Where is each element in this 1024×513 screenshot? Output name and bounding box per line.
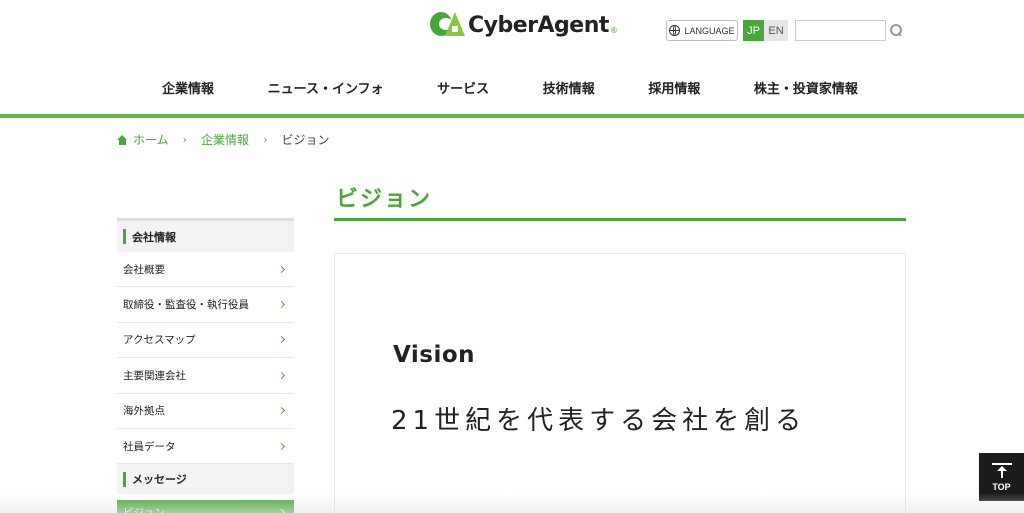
vision-panel: Vision 21世紀を代表する会社を創る [334,253,906,513]
sidebar-item-label: アクセスマップ [123,334,196,347]
sidebar-item-employee-data[interactable]: 社員データ [117,428,294,465]
home-icon [117,134,128,145]
sidebar-section-label: 会社情報 [132,230,176,244]
chevron-right-icon [277,336,286,344]
section-marker [123,229,126,244]
breadcrumb-company[interactable]: 企業情報 [201,131,249,148]
chevron-right-icon [277,407,286,415]
breadcrumb-home[interactable]: ホーム [133,131,169,148]
sidebar: 会社情報 会社概要 取締役・監査役・執行役員 アクセスマップ 主要関連会社 海外… [117,218,294,513]
chevron-right-icon [277,442,286,450]
nav-company[interactable]: 企業情報 [150,78,226,98]
sidebar-item-label: 社員データ [123,440,176,453]
sidebar-section-message: メッセージ [117,464,294,495]
nav-service[interactable]: サービス [425,78,501,98]
language-button[interactable]: LANGUAGE [666,20,738,41]
breadcrumb-separator: › [182,133,188,146]
arrow-up-icon [991,462,1012,479]
sidebar-item-label: 主要関連会社 [123,369,186,382]
chevron-right-icon [277,265,286,273]
nav-recruit[interactable]: 採用情報 [636,78,712,98]
header: CyberAgent ® LANGUAGE JP EN 企業情報 ニュース・イン… [0,0,1024,118]
globe-icon [669,25,681,36]
vision-label: Vision [393,342,476,368]
cyberagent-logo-icon [430,10,466,40]
chevron-right-icon [277,508,286,513]
breadcrumb-separator: › [263,133,268,146]
sidebar-section-label: メッセージ [132,473,187,487]
sidebar-item-overview[interactable]: 会社概要 [117,252,294,288]
sidebar-item-label: 取締役・監査役・執行役員 [123,299,249,312]
nav-news[interactable]: ニュース・インフォ [256,78,396,98]
lang-en-button[interactable]: EN [764,20,788,41]
language-label: LANGUAGE [684,25,735,36]
sidebar-item-affiliates[interactable]: 主要関連会社 [117,358,294,394]
chevron-right-icon [277,301,286,309]
vision-statement: 21世紀を代表する会社を創る [391,406,807,436]
lang-jp-button[interactable]: JP [743,20,764,41]
sidebar-section-company-info: 会社情報 [117,218,294,252]
sidebar-item-officers[interactable]: 取締役・監査役・執行役員 [117,287,294,323]
nav-ir[interactable]: 株主・投資家情報 [742,78,870,98]
breadcrumb-current: ビジョン [281,133,330,147]
breadcrumb: ホーム › 企業情報 › ビジョン [117,131,329,148]
sidebar-item-label: 会社概要 [123,263,165,276]
section-marker [123,471,126,487]
nav-tech[interactable]: 技術情報 [531,78,607,98]
sidebar-item-label: 海外拠点 [123,405,165,418]
search-icon[interactable] [890,24,902,36]
sidebar-item-label: ビジョン [123,506,165,513]
search-input[interactable] [795,20,886,41]
chevron-right-icon [277,371,286,379]
back-to-top-button[interactable]: TOP [979,453,1024,501]
global-nav: 企業情報 ニュース・インフォ サービス 技術情報 採用情報 株主・投資家情報 [140,78,880,98]
logo-text: CyberAgent [468,12,609,38]
sidebar-item-vision[interactable]: ビジョン [117,500,294,513]
registered-mark: ® [609,25,618,35]
logo[interactable]: CyberAgent ® [430,10,618,40]
page-title: ビジョン [334,181,906,221]
sidebar-item-access[interactable]: アクセスマップ [117,322,294,359]
sidebar-item-overseas[interactable]: 海外拠点 [117,393,294,429]
top-label: TOP [992,481,1011,492]
